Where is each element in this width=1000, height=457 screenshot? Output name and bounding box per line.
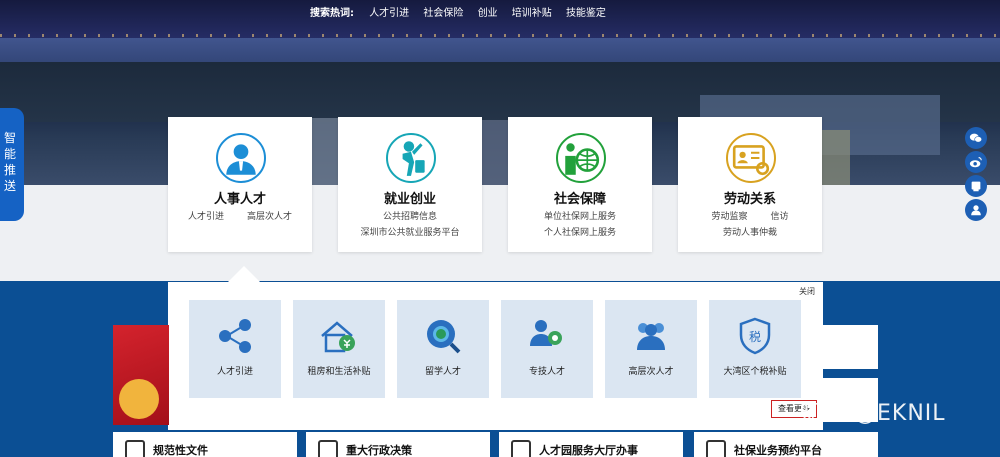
bottom-card-label: 人才园服务大厅办事 <box>539 444 638 457</box>
hot-search-link[interactable]: 人才引进 <box>369 8 409 19</box>
network-people-icon <box>219 319 251 353</box>
card-link[interactable]: 个人社保网上服务 <box>508 225 652 238</box>
tile-talent-introduction[interactable]: 人才引进 <box>189 300 281 398</box>
hot-search-link[interactable]: 技能鉴定 <box>566 8 606 19</box>
right-side-box[interactable] <box>823 325 878 369</box>
id-card-icon <box>726 133 776 183</box>
professional-team-icon <box>530 320 562 346</box>
globe-person-icon <box>556 133 606 183</box>
card-labor-relations[interactable]: 劳动关系 劳动监察 信访 劳动人事仲裁 <box>678 117 822 252</box>
bottom-card[interactable]: 规范性文件 <box>113 432 297 457</box>
wechat-icon[interactable] <box>965 127 987 149</box>
decision-icon <box>318 440 338 457</box>
bottom-card[interactable]: 重大行政决策 <box>306 432 490 457</box>
card-title: 人事人才 <box>213 192 266 207</box>
hot-search-label: 搜索热词: <box>310 8 354 19</box>
card-title: 就业创业 <box>383 192 436 207</box>
user-tie-icon <box>216 133 266 183</box>
tile-label: 大湾区个税补贴 <box>723 367 787 377</box>
hot-search-bar: 搜索热词: 人才引进 社会保险 创业 培训补贴 技能鉴定 <box>310 4 617 19</box>
active-card-pointer <box>228 266 260 282</box>
document-icon <box>125 440 145 457</box>
weibo-icon[interactable] <box>965 151 987 173</box>
tile-label: 留学人才 <box>424 367 461 377</box>
bottom-card-label: 规范性文件 <box>153 444 208 457</box>
hall-icon <box>511 440 531 457</box>
tile-label: 租房和生活补贴 <box>307 367 371 377</box>
tax-shield-icon: 税 <box>739 317 771 355</box>
card-social-security[interactable]: 社会保障 单位社保网上服务 个人社保网上服务 <box>508 117 652 252</box>
user-service-icon[interactable] <box>965 199 987 221</box>
card-links: 人才引进 高层次人才 <box>168 209 312 222</box>
smart-push-tab[interactable]: 智能推送 <box>0 108 24 221</box>
hot-search-link[interactable]: 创业 <box>478 8 498 19</box>
house-subsidy-icon <box>321 321 355 353</box>
svg-text:税: 税 <box>749 330 761 344</box>
close-button[interactable]: 关闭 <box>799 286 815 297</box>
card-link[interactable]: 高层次人才 <box>247 212 292 222</box>
page: 搜索热词: 人才引进 社会保险 创业 培训补贴 技能鉴定 智能推送 人事人才 人… <box>0 0 1000 457</box>
tile-senior-talent[interactable]: 高层次人才 <box>605 300 697 398</box>
senior-talent-icon <box>637 323 665 350</box>
card-employment[interactable]: 就业创业 公共招聘信息 深圳市公共就业服务平台 <box>338 117 482 252</box>
booking-icon <box>706 440 726 457</box>
card-link[interactable]: 信访 <box>770 212 788 222</box>
card-links: 劳动监察 信访 <box>678 209 822 222</box>
tile-label: 高层次人才 <box>628 367 674 377</box>
card-link[interactable]: 深圳市公共就业服务平台 <box>338 225 482 238</box>
hot-search-link[interactable]: 培训补贴 <box>512 8 552 19</box>
bottom-card-label: 重大行政决策 <box>346 444 412 457</box>
card-hr-talent[interactable]: 人事人才 人才引进 高层次人才 <box>168 117 312 252</box>
submenu-panel: 关闭 人才引进 租房和生活补贴 留学人才 专技人才 高层次人才 税 大湾区个税补… <box>168 282 823 430</box>
watermark-text: 知乎 @EKNIL <box>800 401 946 426</box>
hot-search-link[interactable]: 社会保险 <box>423 8 463 19</box>
card-link[interactable]: 公共招聘信息 <box>338 209 482 222</box>
bottom-card[interactable]: 社保业务预约平台 <box>694 432 878 457</box>
tile-professional-talent[interactable]: 专技人才 <box>501 300 593 398</box>
tile-bay-area-tax-subsidy[interactable]: 税 大湾区个税补贴 <box>709 300 801 398</box>
globe-search-icon <box>427 320 461 354</box>
card-link[interactable]: 劳动监察 <box>712 212 748 222</box>
tile-label: 人才引进 <box>216 367 253 377</box>
tile-overseas-talent[interactable]: 留学人才 <box>397 300 489 398</box>
worker-icon <box>386 133 436 183</box>
new-year-banner-image[interactable] <box>113 325 169 425</box>
mobile-icon[interactable] <box>965 175 987 197</box>
card-title: 劳动关系 <box>723 192 776 207</box>
bottom-card-label: 社保业务预约平台 <box>734 444 822 457</box>
card-title: 社会保障 <box>553 192 606 207</box>
card-section <box>0 185 1000 281</box>
card-link[interactable]: 人才引进 <box>188 212 224 222</box>
card-link[interactable]: 单位社保网上服务 <box>508 209 652 222</box>
tile-label: 专技人才 <box>528 367 565 377</box>
bottom-card[interactable]: 人才园服务大厅办事 <box>499 432 683 457</box>
tile-housing-subsidy[interactable]: 租房和生活补贴 <box>293 300 385 398</box>
card-link[interactable]: 劳动人事仲裁 <box>678 225 822 238</box>
hero-banner: 搜索热词: 人才引进 社会保险 创业 培训补贴 技能鉴定 <box>0 0 1000 185</box>
